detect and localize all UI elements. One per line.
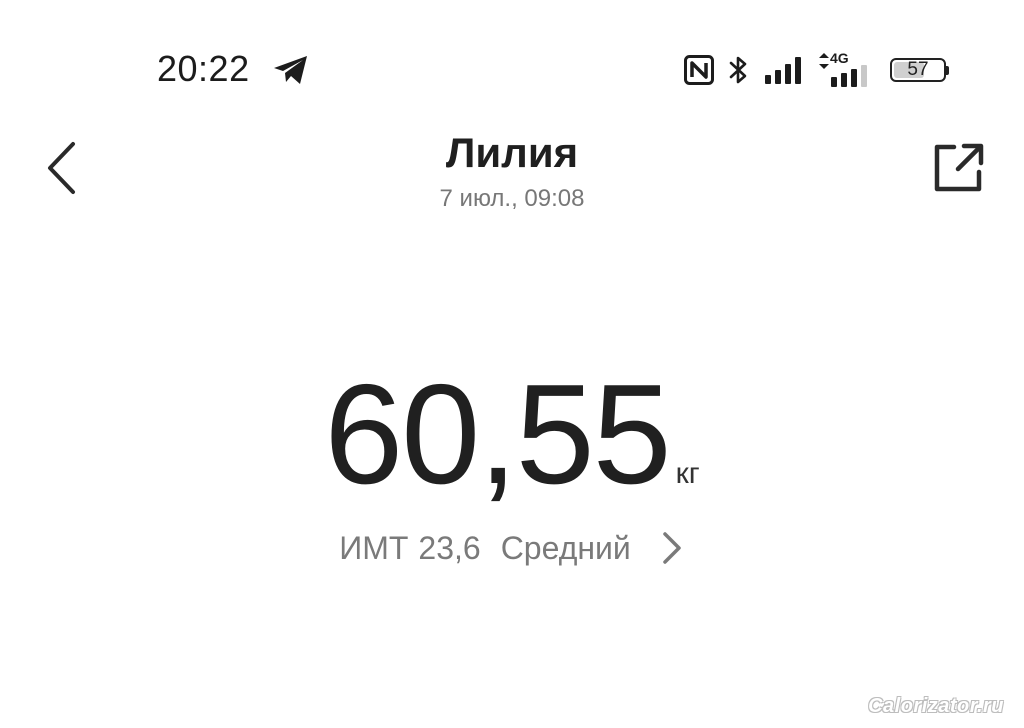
data-arrows-icon	[819, 53, 829, 69]
weight-value: 60,55	[324, 355, 671, 514]
bluetooth-icon	[729, 56, 747, 84]
page-title: Лилия	[445, 129, 579, 176]
4g-signal-icon	[831, 65, 867, 87]
4g-signal: 4G	[818, 50, 876, 87]
battery-body: 57	[890, 58, 946, 82]
battery-level: 57	[907, 59, 929, 80]
chevron-right-icon	[663, 532, 681, 564]
battery-nub	[945, 66, 949, 75]
status-icons: 4G 57	[684, 50, 949, 90]
weight-unit: кг	[675, 457, 700, 490]
bmi-value: 23,6	[418, 529, 481, 566]
watermark: Calorizator.ru	[868, 695, 1004, 717]
bmi-label: ИМТ	[339, 529, 409, 566]
weight-reading: 60,55 кг	[0, 360, 1024, 510]
share-button[interactable]	[928, 140, 988, 196]
telegram-icon	[274, 56, 307, 84]
bmi-category: Средний	[500, 529, 631, 566]
battery-icon: 57	[890, 56, 949, 84]
bmi-detail-link[interactable]: ИМТ 23,6 Средний	[0, 526, 1024, 570]
nfc-icon	[684, 55, 714, 85]
share-external-icon	[934, 143, 984, 192]
network-type-label: 4G	[830, 50, 849, 66]
cell-signal-icon	[765, 57, 801, 84]
status-time: 20:22	[157, 48, 250, 89]
measurement-date: 7 июл., 09:08	[439, 185, 585, 212]
